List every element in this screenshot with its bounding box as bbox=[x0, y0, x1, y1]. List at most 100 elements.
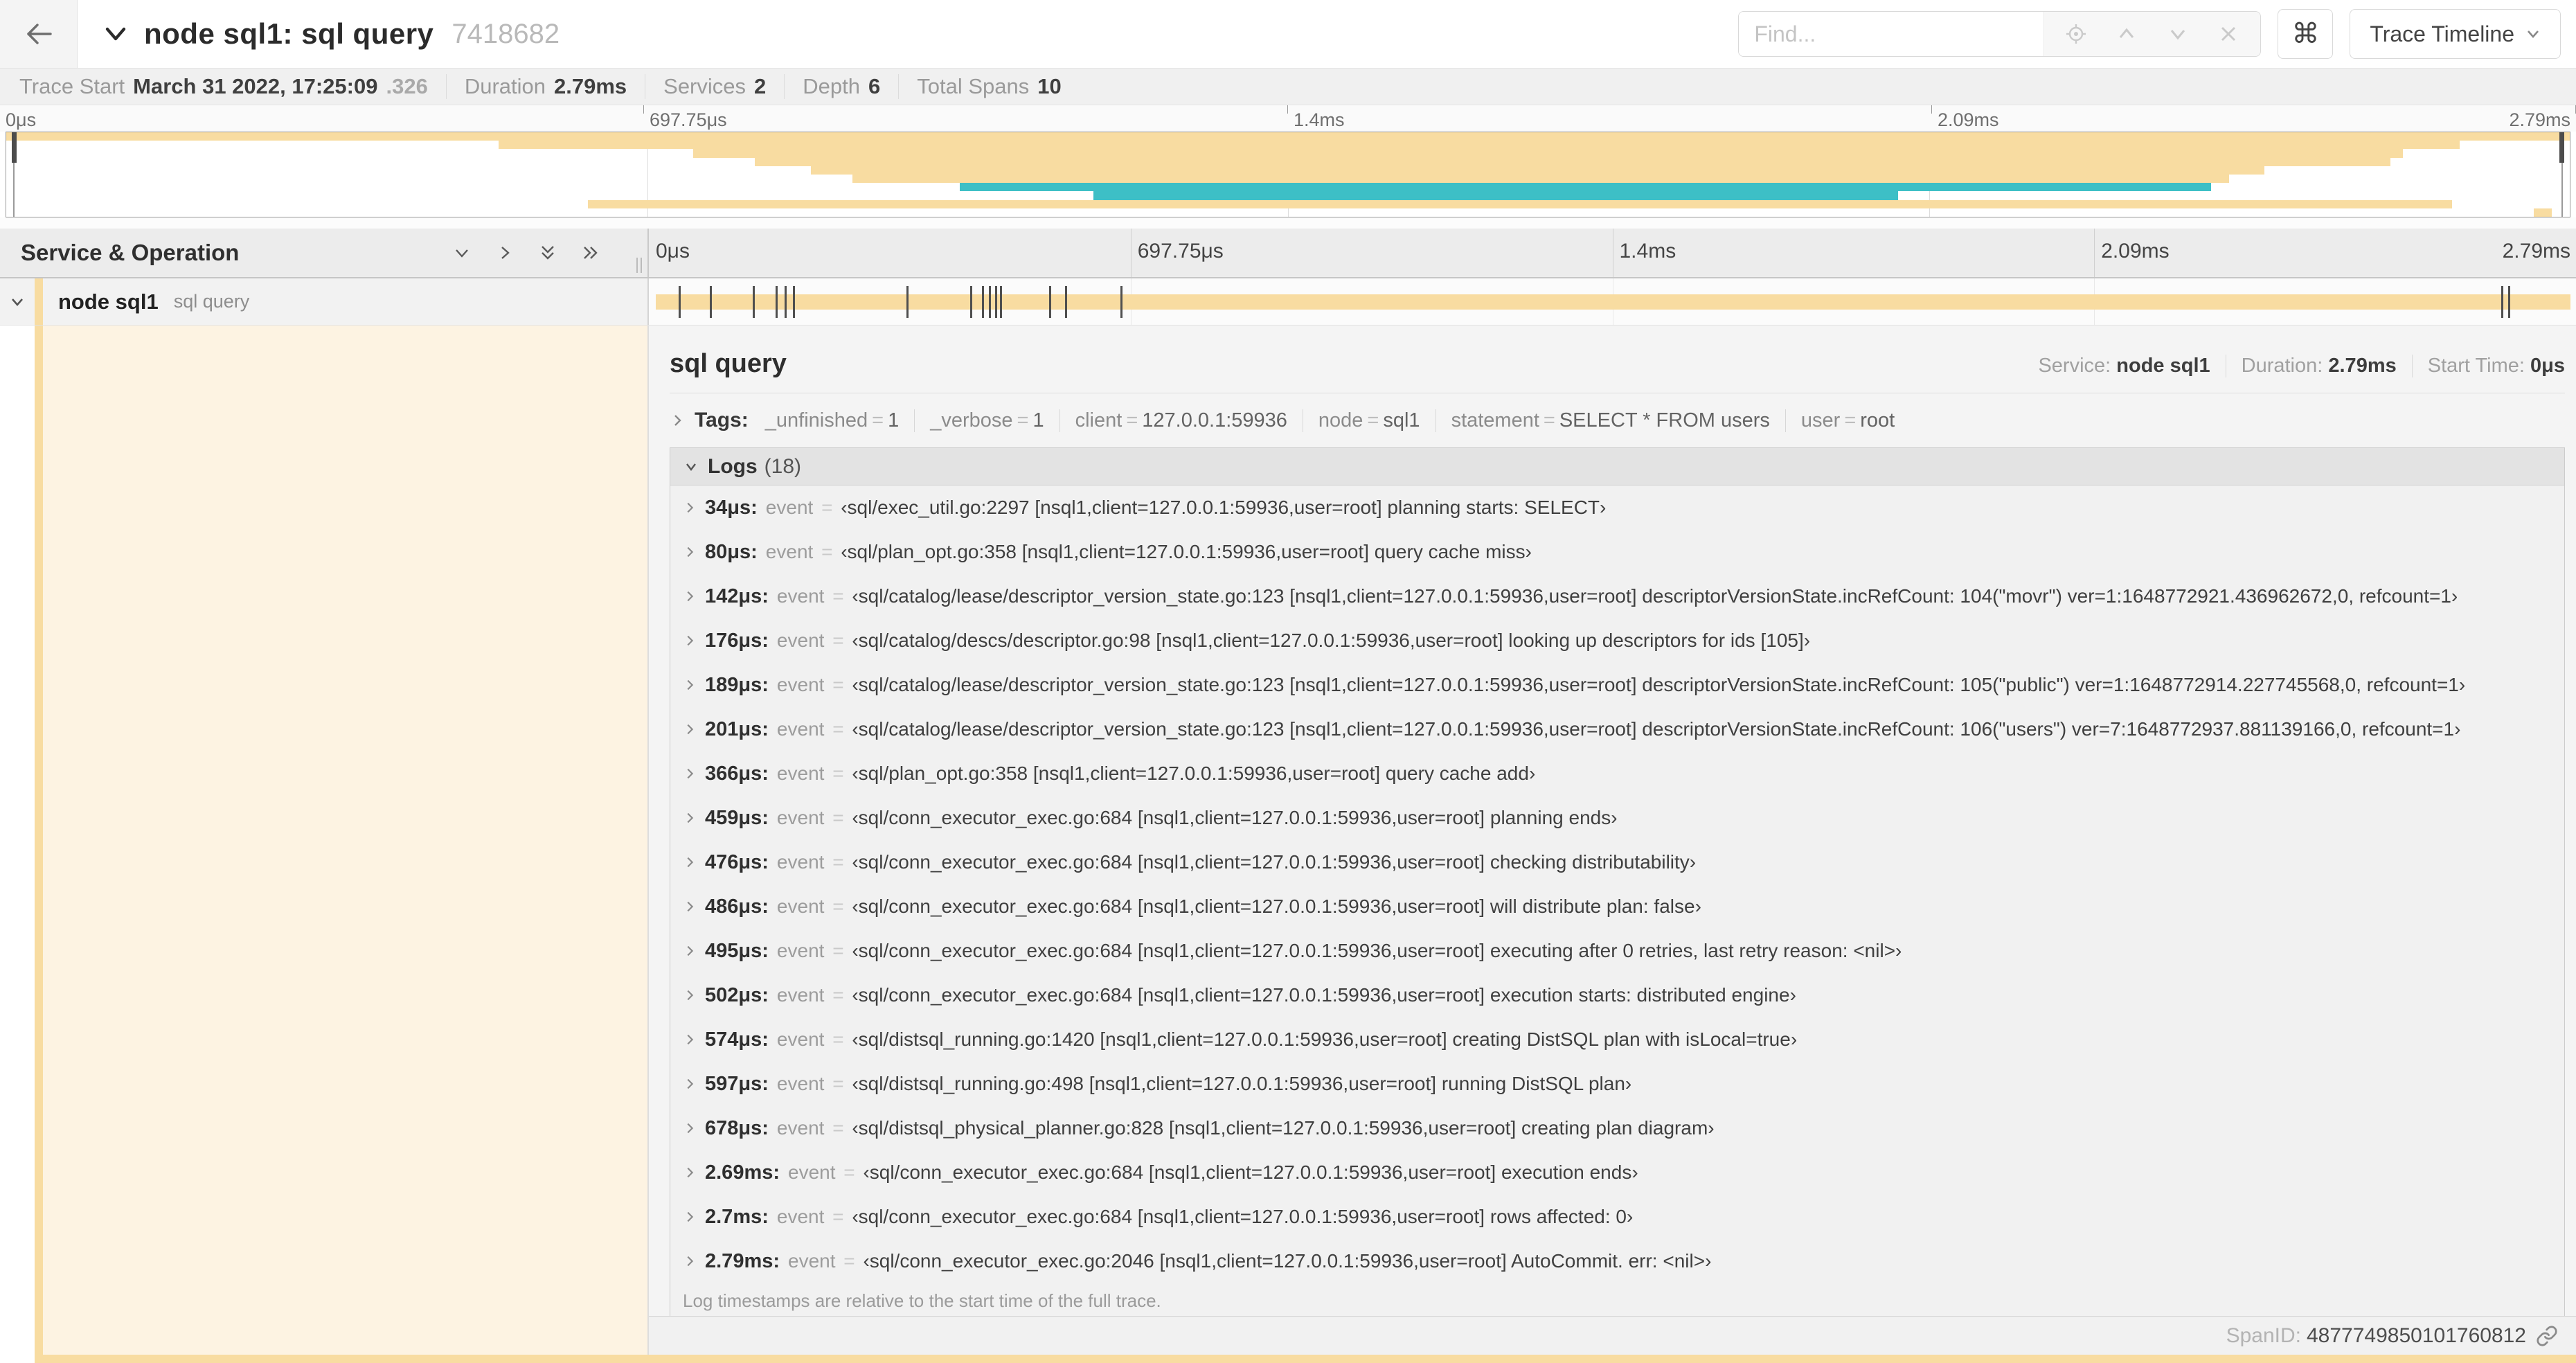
span-log-marker[interactable] bbox=[793, 286, 796, 318]
log-expand-icon[interactable] bbox=[683, 767, 697, 781]
span-log-marker[interactable] bbox=[994, 286, 997, 318]
collapse-all-icon[interactable] bbox=[537, 242, 559, 264]
log-expand-icon[interactable] bbox=[683, 988, 697, 1002]
tag-item[interactable]: user = root bbox=[1785, 409, 1910, 432]
log-expand-icon[interactable] bbox=[683, 722, 697, 736]
log-expand-icon[interactable] bbox=[683, 944, 697, 958]
span-log-marker[interactable] bbox=[710, 286, 713, 318]
log-entry-row[interactable]: 486μs: event = ‹sql/conn_executor_exec.go… bbox=[670, 884, 2564, 929]
log-expand-icon[interactable] bbox=[683, 1254, 697, 1268]
trace-summary-item: Total Spans 10 bbox=[898, 74, 1079, 99]
log-entry-row[interactable]: 34μs: event = ‹sql/exec_util.go:2297 [nsq… bbox=[670, 485, 2564, 530]
span-log-marker[interactable] bbox=[999, 286, 1002, 318]
log-entry-row[interactable]: 459μs: event = ‹sql/conn_executor_exec.go… bbox=[670, 796, 2564, 840]
find-next-icon[interactable] bbox=[2166, 22, 2190, 46]
log-entry-row[interactable]: 142μs: event = ‹sql/catalog/lease/descrip… bbox=[670, 574, 2564, 618]
log-expand-icon[interactable] bbox=[683, 811, 697, 825]
expand-one-icon[interactable] bbox=[494, 242, 516, 264]
log-expand-icon[interactable] bbox=[683, 855, 697, 869]
log-expand-icon[interactable] bbox=[683, 678, 697, 692]
log-timestamp: 80μs: bbox=[705, 540, 758, 563]
log-message: event = ‹sql/catalog/descs/descriptor.go… bbox=[777, 630, 1810, 652]
span-duration-bar[interactable] bbox=[656, 294, 2570, 310]
span-service-name[interactable]: node sql1 bbox=[58, 289, 159, 314]
span-collapse-icon[interactable] bbox=[0, 292, 35, 312]
keyboard-shortcuts-button[interactable]: ⌘ bbox=[2278, 9, 2334, 59]
tag-item[interactable]: client = 127.0.0.1:59936 bbox=[1059, 409, 1303, 432]
span-log-marker[interactable] bbox=[981, 286, 984, 318]
find-clear-icon[interactable] bbox=[2217, 23, 2239, 45]
deep-link-icon[interactable] bbox=[2536, 1325, 2558, 1347]
log-entry-row[interactable]: 678μs: event = ‹sql/distsql_physical_plan… bbox=[670, 1106, 2564, 1150]
log-entry-row[interactable]: 2.69ms: event = ‹sql/conn_executor_exec.g… bbox=[670, 1150, 2564, 1195]
log-entry-row[interactable]: 2.79ms: event = ‹sql/conn_executor_exec.g… bbox=[670, 1239, 2564, 1283]
trace-timeline-view-button[interactable]: Trace Timeline bbox=[2350, 9, 2561, 59]
log-entry-row[interactable]: 476μs: event = ‹sql/conn_executor_exec.go… bbox=[670, 840, 2564, 884]
timeline-header: Service & Operation 0μs 697.75μs 1.4ms 2.09… bbox=[0, 229, 2576, 278]
span-id-label: SpanID: bbox=[2226, 1324, 2301, 1347]
ruler-tick-mark bbox=[1287, 105, 1288, 114]
span-log-marker[interactable] bbox=[678, 286, 681, 318]
log-expand-icon[interactable] bbox=[683, 1077, 697, 1091]
span-log-marker[interactable] bbox=[1064, 286, 1067, 318]
tag-item[interactable]: node = sql1 bbox=[1302, 409, 1435, 432]
back-button[interactable] bbox=[0, 0, 78, 68]
span-row-timeline[interactable] bbox=[647, 278, 2576, 325]
span-log-marker[interactable] bbox=[2501, 286, 2503, 318]
log-expand-icon[interactable] bbox=[683, 1166, 697, 1179]
minimap-scrubber-right[interactable] bbox=[2559, 132, 2564, 163]
expand-all-icon[interactable] bbox=[580, 242, 602, 264]
log-expand-icon[interactable] bbox=[683, 634, 697, 648]
log-field-equals: = bbox=[827, 763, 850, 784]
ruler-tick-mark bbox=[643, 105, 644, 114]
column-resize-grip[interactable] bbox=[636, 258, 642, 273]
log-field-value: ‹sql/conn_executor_exec.go:684 [nsql1,cl… bbox=[852, 1206, 1634, 1227]
span-log-marker[interactable] bbox=[988, 286, 991, 318]
find-prev-icon[interactable] bbox=[2115, 22, 2138, 46]
log-entry-row[interactable]: 574μs: event = ‹sql/distsql_running.go:14… bbox=[670, 1017, 2564, 1062]
tag-item[interactable]: _unfinished = 1 bbox=[754, 409, 914, 432]
log-entry-row[interactable]: 366μs: event = ‹sql/plan_opt.go:358 [nsql… bbox=[670, 751, 2564, 796]
ruler-tick-label: 2.79ms bbox=[2509, 109, 2570, 130]
span-log-marker[interactable] bbox=[752, 286, 755, 318]
collapse-one-icon[interactable] bbox=[451, 242, 473, 264]
log-expand-icon[interactable] bbox=[683, 900, 697, 914]
span-log-marker[interactable] bbox=[785, 286, 787, 318]
log-expand-icon[interactable] bbox=[683, 1210, 697, 1224]
tag-item[interactable]: statement = SELECT * FROM users bbox=[1435, 409, 1785, 432]
trace-summary-label: Services bbox=[663, 74, 746, 98]
minimap-canvas[interactable] bbox=[6, 132, 2570, 217]
span-log-marker[interactable] bbox=[1048, 286, 1051, 318]
trace-summary-item: Trace Start March 31 2022, 17:25:09 .326 bbox=[19, 74, 446, 99]
span-log-marker[interactable] bbox=[969, 286, 972, 318]
span-log-marker[interactable] bbox=[2507, 286, 2510, 318]
log-field-value: ‹sql/conn_executor_exec.go:2046 [nsql1,c… bbox=[863, 1250, 1712, 1272]
tags-row[interactable]: Tags: _unfinished = 1 _verbose = 1 client = 127.… bbox=[670, 409, 2565, 432]
log-expand-icon[interactable] bbox=[683, 589, 697, 603]
span-log-marker[interactable] bbox=[776, 286, 778, 318]
tags-expand-icon[interactable] bbox=[670, 413, 685, 428]
log-expand-icon[interactable] bbox=[683, 545, 697, 559]
span-log-marker[interactable] bbox=[906, 286, 909, 318]
log-expand-icon[interactable] bbox=[683, 1121, 697, 1135]
log-entry-row[interactable]: 2.7ms: event = ‹sql/conn_executor_exec.go… bbox=[670, 1195, 2564, 1239]
span-row-name-column[interactable]: node sql1 sql query bbox=[0, 278, 647, 325]
log-entry-row[interactable]: 597μs: event = ‹sql/distsql_running.go:49… bbox=[670, 1062, 2564, 1106]
chevron-down-icon[interactable] bbox=[102, 21, 129, 47]
span-log-marker[interactable] bbox=[1120, 286, 1122, 318]
log-expand-icon[interactable] bbox=[683, 1033, 697, 1046]
log-entry-row[interactable]: 495μs: event = ‹sql/conn_executor_exec.go… bbox=[670, 929, 2564, 973]
tag-item[interactable]: _verbose = 1 bbox=[914, 409, 1059, 432]
trace-title-group: node sql1: sql query 7418682 bbox=[102, 17, 560, 51]
log-entry-row[interactable]: 176μs: event = ‹sql/catalog/descs/descrip… bbox=[670, 618, 2564, 663]
minimap-scrubber-left[interactable] bbox=[12, 132, 17, 163]
log-message: event = ‹sql/conn_executor_exec.go:684 [… bbox=[788, 1161, 1638, 1184]
log-entry-row[interactable]: 502μs: event = ‹sql/conn_executor_exec.go… bbox=[670, 973, 2564, 1017]
log-expand-icon[interactable] bbox=[683, 501, 697, 515]
log-entry-row[interactable]: 80μs: event = ‹sql/plan_opt.go:358 [nsql1… bbox=[670, 530, 2564, 574]
log-entry-row[interactable]: 201μs: event = ‹sql/catalog/lease/descrip… bbox=[670, 707, 2564, 751]
logs-header[interactable]: Logs (18) bbox=[670, 448, 2564, 485]
locate-icon[interactable] bbox=[2065, 23, 2087, 45]
find-input[interactable] bbox=[1739, 12, 2044, 56]
log-entry-row[interactable]: 189μs: event = ‹sql/catalog/lease/descrip… bbox=[670, 663, 2564, 707]
